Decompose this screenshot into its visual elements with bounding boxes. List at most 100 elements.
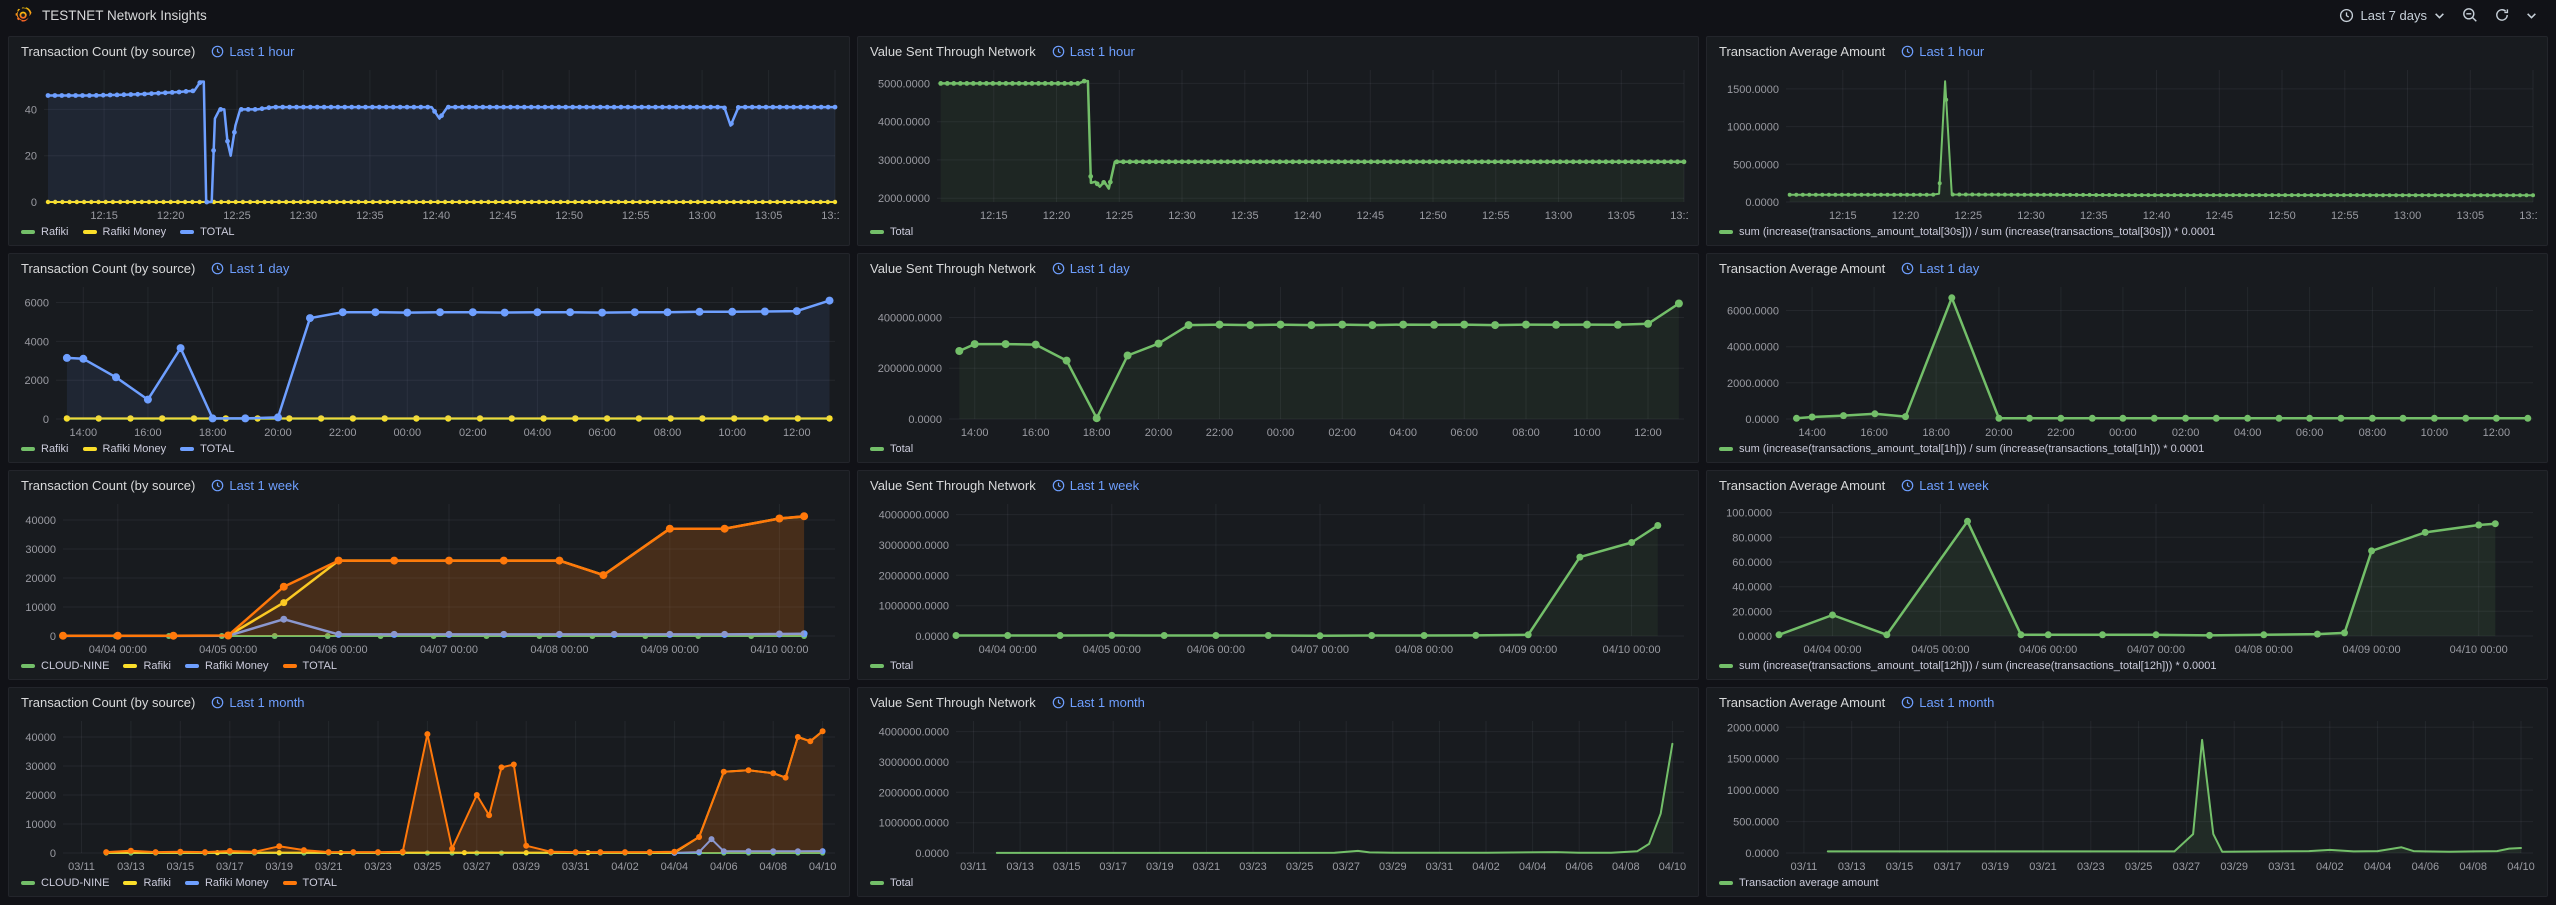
clock-icon <box>211 696 224 709</box>
svg-text:12:00: 12:00 <box>783 427 811 439</box>
refresh-interval-dropdown-icon[interactable] <box>2521 7 2542 24</box>
svg-text:12:40: 12:40 <box>1294 210 1322 222</box>
legend-label: Total <box>890 877 913 889</box>
svg-text:03/13: 03/13 <box>117 861 145 873</box>
svg-text:10000: 10000 <box>25 602 56 614</box>
svg-text:04/10: 04/10 <box>809 861 837 873</box>
svg-text:12:25: 12:25 <box>223 210 251 222</box>
refresh-icon[interactable] <box>2489 4 2515 26</box>
panel-time-range-link[interactable]: Last 1 hour <box>211 44 294 59</box>
legend-item[interactable]: Total <box>870 877 913 889</box>
svg-text:03/27: 03/27 <box>2173 861 2201 873</box>
panel-chart[interactable]: 2000.00001500.00001000.0000500.00000.000… <box>1717 715 2537 874</box>
legend-item[interactable]: TOTAL <box>180 443 234 455</box>
time-range-picker-button[interactable]: Last 7 days <box>2333 5 2452 26</box>
svg-text:2000: 2000 <box>25 375 49 387</box>
legend-label: TOTAL <box>200 226 234 238</box>
panel-title: Transaction Average Amount <box>1719 695 1885 710</box>
clock-icon <box>211 45 224 58</box>
svg-text:12:50: 12:50 <box>555 210 583 222</box>
panel-time-range-link[interactable]: Last 1 week <box>1052 478 1139 493</box>
clock-icon <box>1052 262 1065 275</box>
legend-item[interactable]: Rafiki <box>21 226 69 238</box>
legend-item[interactable]: Transaction average amount <box>1719 877 1879 889</box>
panel-time-range-label: Last 1 week <box>1070 478 1139 493</box>
panel-chart[interactable]: 6000.00004000.00002000.00000.000014:0016… <box>1717 281 2537 440</box>
panel-time-range-link[interactable]: Last 1 month <box>1901 695 1994 710</box>
legend-item[interactable]: Total <box>870 660 913 672</box>
panel-value-sent-1w: Value Sent Through Network Last 1 week 4… <box>857 470 1699 680</box>
panel-time-range-label: Last 1 day <box>1919 261 1979 276</box>
panel-chart[interactable]: 40000300002000010000003/1103/1303/1503/1… <box>19 715 839 874</box>
svg-text:16:00: 16:00 <box>134 427 162 439</box>
panel-title: Transaction Average Amount <box>1719 44 1885 59</box>
panel-chart[interactable]: 4020012:1512:2012:2512:3012:3512:4012:45… <box>19 64 839 223</box>
legend-item[interactable]: sum (increase(transactions_amount_total[… <box>1719 226 2215 238</box>
svg-text:04/10 00:00: 04/10 00:00 <box>1603 644 1661 656</box>
legend-item[interactable]: TOTAL <box>180 226 234 238</box>
legend-item[interactable]: sum (increase(transactions_amount_total[… <box>1719 443 2204 455</box>
legend-item[interactable]: Rafiki <box>21 443 69 455</box>
svg-text:13:05: 13:05 <box>1608 210 1636 222</box>
legend-item[interactable]: Total <box>870 226 913 238</box>
panel-chart[interactable]: 1500.00001000.0000500.00000.000012:1512:… <box>1717 64 2537 223</box>
panel-header: Transaction Average Amount Last 1 day <box>1717 254 2537 281</box>
panel-chart[interactable]: 5000.00004000.00003000.00002000.000012:1… <box>868 64 1688 223</box>
legend-item[interactable]: Rafiki Money <box>185 877 269 889</box>
svg-text:02:00: 02:00 <box>1328 427 1356 439</box>
zoom-out-icon[interactable] <box>2457 4 2483 26</box>
panel-chart[interactable]: 600040002000014:0016:0018:0020:0022:0000… <box>19 281 839 440</box>
svg-text:16:00: 16:00 <box>1860 427 1888 439</box>
panel-chart[interactable]: 40000300002000010000004/04 00:0004/05 00… <box>19 498 839 657</box>
panel-chart[interactable]: 4000000.00003000000.00002000000.00001000… <box>868 715 1688 874</box>
panel-header: Value Sent Through Network Last 1 month <box>868 688 1688 715</box>
svg-text:04/09 00:00: 04/09 00:00 <box>2343 644 2401 656</box>
legend-swatch <box>283 881 297 885</box>
svg-text:13:00: 13:00 <box>2394 210 2422 222</box>
panel-chart[interactable]: 100.000080.000060.000040.000020.00000.00… <box>1717 498 2537 657</box>
panel-title: Transaction Average Amount <box>1719 478 1885 493</box>
legend-item[interactable]: sum (increase(transactions_amount_total[… <box>1719 660 2217 672</box>
panel-time-range-link[interactable]: Last 1 week <box>211 478 298 493</box>
svg-text:12:00: 12:00 <box>2483 427 2511 439</box>
svg-text:1500.0000: 1500.0000 <box>1727 84 1779 96</box>
panel-time-range-link[interactable]: Last 1 month <box>211 695 304 710</box>
panel-time-range-label: Last 1 day <box>1070 261 1130 276</box>
panel-time-range-link[interactable]: Last 1 day <box>1052 261 1130 276</box>
panel-time-range-link[interactable]: Last 1 day <box>211 261 289 276</box>
chart-canvas: 100.000080.000060.000040.000020.00000.00… <box>1717 498 2537 657</box>
panel-title: Value Sent Through Network <box>870 44 1036 59</box>
legend-item[interactable]: Rafiki <box>123 877 171 889</box>
legend-item[interactable]: Rafiki Money <box>83 443 167 455</box>
legend-item[interactable]: Total <box>870 443 913 455</box>
dashboard-grid: Transaction Count (by source) Last 1 hou… <box>0 30 2556 905</box>
legend-item[interactable]: CLOUD-NINE <box>21 660 109 672</box>
legend-item[interactable]: Rafiki <box>123 660 171 672</box>
legend-swatch <box>180 230 194 234</box>
grafana-logo-icon[interactable] <box>14 6 32 25</box>
legend-label: Transaction average amount <box>1739 877 1879 889</box>
clock-icon <box>1052 479 1065 492</box>
legend-item[interactable]: Rafiki Money <box>185 660 269 672</box>
panel-chart[interactable]: 400000.0000200000.00000.000014:0016:0018… <box>868 281 1688 440</box>
legend-item[interactable]: TOTAL <box>283 660 337 672</box>
svg-text:03/25: 03/25 <box>2125 861 2153 873</box>
panel-time-range-link[interactable]: Last 1 hour <box>1901 44 1984 59</box>
panel-time-range-link[interactable]: Last 1 day <box>1901 261 1979 276</box>
panel-chart[interactable]: 4000000.00003000000.00002000000.00001000… <box>868 498 1688 657</box>
legend-swatch <box>283 664 297 668</box>
legend-item[interactable]: CLOUD-NINE <box>21 877 109 889</box>
svg-text:04/02: 04/02 <box>611 861 639 873</box>
legend-swatch <box>870 447 884 451</box>
panel-time-range-link[interactable]: Last 1 hour <box>1052 44 1135 59</box>
legend-label: Total <box>890 443 913 455</box>
svg-text:12:25: 12:25 <box>1106 210 1134 222</box>
legend-item[interactable]: Rafiki Money <box>83 226 167 238</box>
panel-time-range-link[interactable]: Last 1 week <box>1901 478 1988 493</box>
panel-time-range-link[interactable]: Last 1 month <box>1052 695 1145 710</box>
dashboard-topbar: TESTNET Network Insights Last 7 days <box>0 0 2556 30</box>
svg-text:1500.0000: 1500.0000 <box>1727 754 1779 766</box>
legend-item[interactable]: TOTAL <box>283 877 337 889</box>
svg-text:04/04: 04/04 <box>661 861 689 873</box>
svg-text:1000.0000: 1000.0000 <box>1727 785 1779 797</box>
